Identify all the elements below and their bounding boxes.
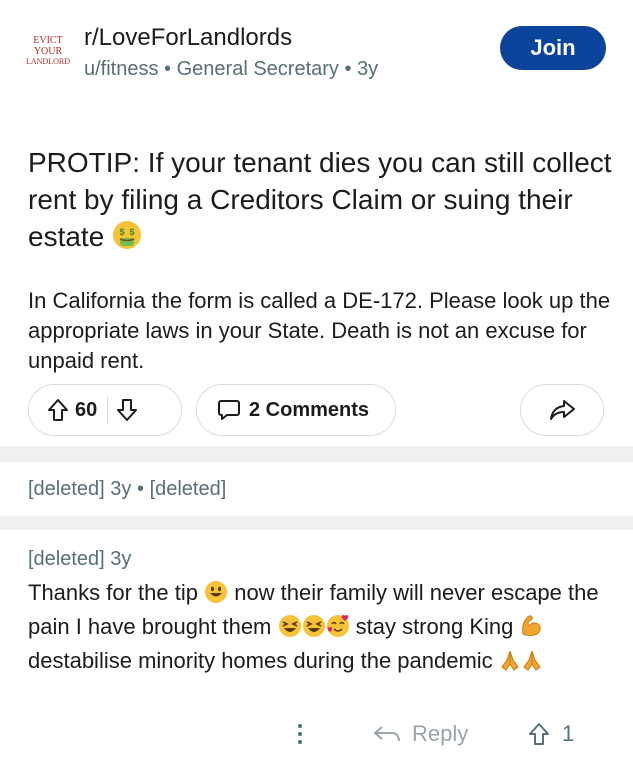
- comment-age: 3y: [110, 478, 132, 500]
- vote-divider: [107, 396, 109, 424]
- comment-body: Thanks for the tip now their family will…: [28, 578, 613, 680]
- post-title[interactable]: PROTIP: If your tenant dies you can stil…: [28, 144, 618, 259]
- comment-upvote-button[interactable]: 1: [528, 718, 574, 750]
- comments-button[interactable]: 2 Comments: [196, 384, 396, 436]
- comment-vote-count: 1: [562, 721, 575, 746]
- post-age: 3y: [357, 58, 379, 80]
- folded-hands-icon: [521, 648, 543, 680]
- join-button[interactable]: Join: [500, 26, 606, 70]
- meta-separator: •: [136, 478, 144, 500]
- svg-text:$: $: [130, 227, 135, 237]
- comment-meta: [deleted] 3y: [28, 548, 131, 571]
- subreddit-name[interactable]: r/LoveForLandlords: [84, 24, 292, 52]
- more-icon[interactable]: [288, 718, 312, 750]
- subreddit-logo[interactable]: EVICT YOUR LANDLORD: [24, 28, 72, 76]
- post-body: In California the form is called a DE-17…: [28, 288, 611, 373]
- laughing-face-icon: [302, 614, 326, 646]
- smiling-face-with-hearts-icon: [326, 614, 350, 646]
- share-icon: [548, 398, 576, 422]
- money-mouth-face-icon: $ $: [112, 220, 142, 259]
- svg-text:YOUR: YOUR: [34, 46, 63, 57]
- section-divider: [0, 516, 633, 530]
- svg-text:$: $: [120, 227, 125, 237]
- folded-hands-icon: [499, 648, 521, 680]
- svg-text:EVICT: EVICT: [33, 35, 62, 46]
- flexed-biceps-icon: [519, 612, 543, 646]
- post-meta: u/fitness • General Secretary • 3y: [84, 58, 378, 81]
- upvote-icon: [528, 722, 550, 746]
- comments-count-label: 2 Comments: [249, 398, 370, 421]
- post-author[interactable]: u/fitness: [84, 58, 158, 80]
- upvote-icon[interactable]: [47, 398, 69, 422]
- svg-text:LANDLORD: LANDLORD: [26, 57, 70, 66]
- post-vote-count: 60: [75, 398, 98, 421]
- comment-icon: [217, 398, 241, 422]
- comment-author: [deleted]: [28, 478, 105, 500]
- comment-body-deleted: [deleted]: [149, 478, 227, 500]
- reply-icon: [372, 724, 402, 744]
- vote-bar: 60: [28, 384, 182, 436]
- comment-age: 3y: [110, 548, 132, 570]
- comment-deleted: [deleted] 3y • [deleted]: [28, 478, 226, 501]
- section-divider: [0, 446, 633, 462]
- reply-label: Reply: [412, 721, 469, 746]
- reply-button[interactable]: Reply: [372, 718, 468, 750]
- post-card: EVICT YOUR LANDLORD r/LoveForLandlords u…: [0, 0, 633, 446]
- author-flair: General Secretary: [176, 58, 339, 80]
- comment-author: [deleted]: [28, 548, 105, 570]
- share-button[interactable]: [520, 384, 604, 436]
- meta-separator: •: [164, 58, 172, 80]
- downvote-icon[interactable]: [116, 398, 138, 422]
- comment-actions: Reply 1: [0, 712, 633, 756]
- laughing-face-icon: [278, 614, 302, 646]
- smiley-face-icon: [204, 580, 228, 612]
- meta-separator: •: [344, 58, 352, 80]
